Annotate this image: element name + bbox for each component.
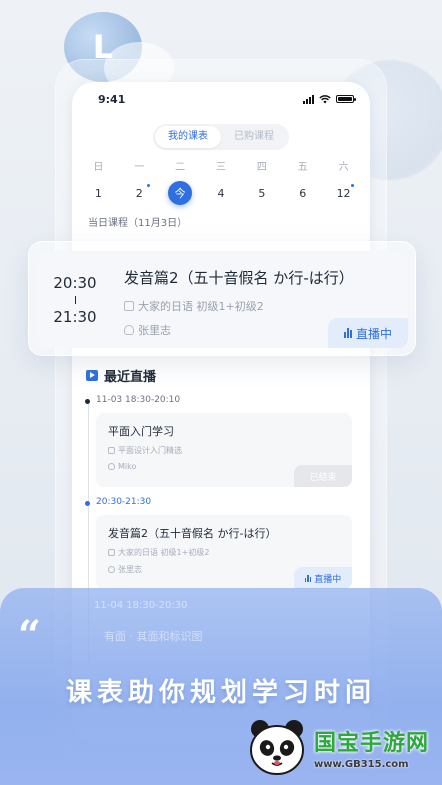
course-book: 大家的日语 初级1+初级2 [124, 298, 408, 314]
signal-icon [303, 94, 314, 104]
battery-icon [336, 95, 356, 103]
live-card-book-text: 平面设计入门精选 [118, 446, 182, 455]
course-title: 发音篇2（五十音假名 か行-は行） [124, 269, 354, 287]
live-card-book-text: 大家的日语 初级1+初级2 [118, 548, 210, 557]
date-number: 5 [258, 186, 266, 200]
calendar-date[interactable]: 2 [119, 178, 160, 208]
live-now-button[interactable]: 直播中 [328, 318, 408, 348]
calendar-date-today[interactable]: 今 [160, 178, 201, 208]
site-watermark: 国宝手游网 www.GB315.com [246, 712, 436, 782]
watermark-url: www.GB315.com [314, 758, 409, 770]
course-tabs: 我的课表 已购课程 [153, 124, 289, 150]
course-start-time: 20:30 [53, 273, 97, 292]
featured-course-card[interactable]: 20:30 21:30 发音篇2（五十音假名 か行-は行） 大家的日语 初级1+… [28, 241, 416, 356]
calendar-date[interactable]: 4 [201, 178, 242, 208]
recent-live-title: 最近直播 [104, 370, 157, 385]
featured-course-inner: 20:30 21:30 发音篇2（五十音假名 か行-は行） 大家的日语 初级1+… [38, 251, 408, 348]
timeline-time: 20:30-21:30 [96, 497, 152, 507]
live-card-title: 发音篇2（五十音假名 か行-は行） [108, 527, 277, 540]
weekday-label: 日 [93, 162, 104, 173]
course-info: 发音篇2（五十音假名 か行-は行） 大家的日语 初级1+初级2 张里志 直播中 [112, 251, 408, 348]
calendar-date[interactable]: 6 [282, 178, 323, 208]
time-separator [74, 295, 76, 304]
has-course-dot [146, 184, 150, 187]
date-number: 4 [217, 186, 225, 200]
date-number: 12 [336, 186, 351, 200]
recent-live-header: 最近直播 [72, 366, 370, 385]
week-calendar: 日 一 二 三 四 五 六 1 2 今 4 5 6 12 [72, 158, 370, 208]
timeline-item: 20:30-21:30 发音篇2（五十音假名 か行-は行） 大家的日语 初级1+… [85, 497, 370, 589]
live-card[interactable]: 发音篇2（五十音假名 か行-は行） 大家的日语 初级1+初级2 张里志 直播中 [96, 515, 352, 589]
promo-slogan: 课表助你规划学习时间 [65, 678, 376, 708]
book-icon [108, 549, 115, 556]
course-time: 20:30 21:30 [38, 251, 112, 348]
weekday-label: 三 [215, 162, 226, 173]
weekday-label: 四 [256, 162, 267, 173]
live-video-icon [86, 370, 98, 381]
timeline-dot [85, 399, 90, 404]
live-bars-icon [304, 574, 312, 582]
watermark-text: 国宝手游网 www.GB315.com [314, 725, 429, 770]
live-card-book: 大家的日语 初级1+初级2 [108, 547, 352, 558]
timeline-time: 11-03 18:30-20:10 [96, 395, 181, 405]
live-badge-text: 直播中 [314, 574, 342, 585]
weekday-label: 六 [338, 162, 349, 173]
live-timeline: 11-03 18:30-20:10 平面入门学习 平面设计入门精选 Miko 已… [72, 395, 370, 661]
course-end-time: 21:30 [53, 307, 97, 326]
today-courses-label: 当日课程（11月3日） [88, 218, 188, 229]
weekday-label: 五 [297, 162, 308, 173]
live-bars-icon [343, 328, 352, 338]
tab-purchased-courses[interactable]: 已购课程 [221, 126, 287, 148]
course-book-text: 大家的日语 初级1+初级2 [138, 300, 264, 313]
weekday-label: 二 [175, 162, 186, 173]
calendar-date[interactable]: 1 [78, 178, 119, 208]
book-icon [124, 301, 134, 311]
status-icons [303, 94, 356, 104]
teacher-icon [108, 566, 115, 573]
live-card-title: 平面入门学习 [108, 425, 174, 438]
status-time: 9:41 [98, 92, 126, 106]
book-icon [108, 447, 115, 454]
calendar-date[interactable]: 5 [241, 178, 282, 208]
ghost-card-title: 有面 · 其面和标识图 [104, 630, 203, 643]
date-number: 6 [299, 186, 307, 200]
date-number: 2 [135, 186, 143, 200]
recent-live-section: 最近直播 11-03 18:30-20:10 平面入门学习 平面设计入门精选 M… [72, 366, 370, 661]
calendar-date[interactable]: 12 [323, 178, 364, 208]
today-marker: 今 [168, 181, 193, 205]
live-card[interactable]: 平面入门学习 平面设计入门精选 Miko 已结束 [96, 413, 352, 487]
course-teacher-text: 张里志 [138, 324, 171, 337]
tab-my-schedule[interactable]: 我的课表 [155, 126, 221, 148]
live-now-label: 直播中 [355, 326, 392, 341]
teacher-icon [124, 325, 134, 335]
status-bar: 9:41 [72, 82, 370, 116]
teacher-icon [108, 463, 115, 470]
panda-logo-icon [250, 720, 304, 775]
ghost-timeline-time: 11-04 18:30-20:30 [94, 600, 188, 611]
has-course-dot [351, 184, 354, 187]
timeline-item: 11-03 18:30-20:10 平面入门学习 平面设计入门精选 Miko 已… [85, 395, 370, 487]
live-card-teacher-text: Miko [118, 462, 137, 471]
live-badge[interactable]: 直播中 [294, 567, 352, 589]
weekday-label: 一 [134, 162, 145, 173]
date-number: 1 [94, 186, 102, 200]
quote-mark: “ [18, 612, 42, 659]
wifi-icon [319, 94, 331, 103]
watermark-brand: 国宝手游网 [314, 730, 430, 756]
ended-badge: 已结束 [294, 465, 352, 487]
timeline-dot [85, 501, 90, 506]
live-card-book: 平面设计入门精选 [108, 445, 352, 456]
live-card-teacher-text: 张里志 [118, 565, 142, 574]
